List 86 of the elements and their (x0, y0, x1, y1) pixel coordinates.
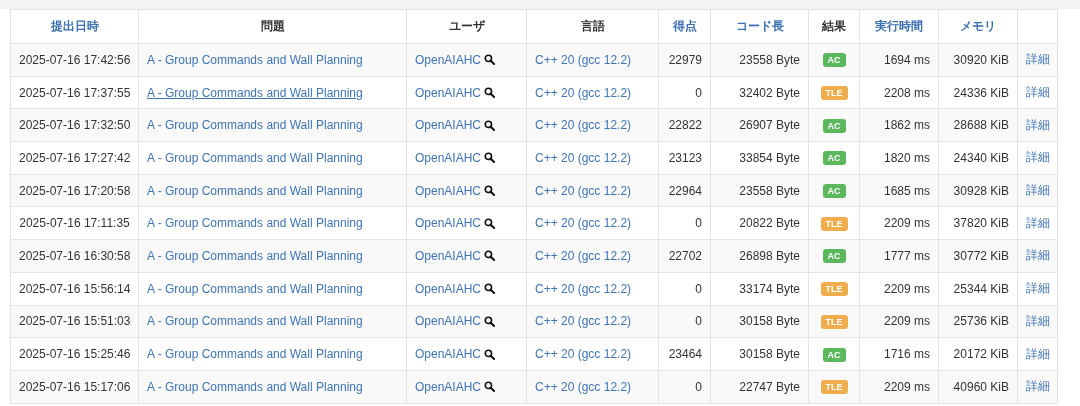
score: 0 (695, 314, 702, 329)
exec-time: 1820 ms (883, 150, 930, 165)
column-header: 言語 (526, 9, 659, 44)
score: 23464 (668, 347, 702, 362)
score: 0 (695, 85, 702, 100)
code-length: 33854 Byte (739, 150, 800, 165)
submission-time: 2025-07-16 17:42:56 (19, 52, 131, 67)
search-icon[interactable] (484, 217, 496, 229)
submission-time: 2025-07-16 15:25:46 (19, 347, 131, 362)
score: 22702 (668, 248, 702, 263)
score: 22822 (668, 118, 702, 133)
code-length: 30158 Byte (739, 347, 800, 362)
search-icon[interactable] (484, 250, 496, 262)
search-icon[interactable] (484, 87, 496, 99)
column-header[interactable]: 得点 (658, 9, 711, 44)
result-badge: AC (822, 184, 846, 199)
column-header: 問題 (138, 9, 407, 44)
result-badge: AC (822, 151, 846, 166)
memory: 25344 KiB (953, 281, 1009, 296)
exec-time: 1862 ms (883, 118, 930, 133)
result-badge: TLE (820, 282, 848, 297)
submission-time: 2025-07-16 17:20:58 (19, 183, 131, 198)
memory: 25736 KiB (953, 314, 1009, 329)
search-icon[interactable] (484, 119, 496, 131)
search-icon[interactable] (484, 185, 496, 197)
search-icon[interactable] (484, 348, 496, 360)
submission-time: 2025-07-16 15:17:06 (19, 379, 131, 394)
memory: 30920 KiB (953, 52, 1009, 67)
exec-time: 1777 ms (883, 248, 930, 263)
result-badge: AC (822, 347, 846, 362)
column-header[interactable]: コード長 (710, 9, 809, 44)
code-length: 22747 Byte (739, 379, 800, 394)
column-header[interactable]: 実行時間 (859, 9, 939, 44)
search-icon[interactable] (484, 315, 496, 327)
score: 0 (695, 379, 702, 394)
search-icon[interactable] (484, 283, 496, 295)
search-icon[interactable] (484, 381, 496, 393)
result-badge: TLE (820, 380, 848, 395)
submission-time: 2025-07-16 17:11:35 (19, 216, 130, 231)
score: 0 (695, 281, 702, 296)
memory: 24336 KiB (953, 85, 1009, 100)
exec-time: 1685 ms (883, 183, 930, 198)
exec-time: 2209 ms (883, 281, 930, 296)
exec-time: 1694 ms (883, 52, 930, 67)
code-length: 33174 Byte (739, 281, 800, 296)
result-badge: AC (822, 53, 846, 68)
memory: 20172 KiB (953, 347, 1009, 362)
search-icon[interactable] (484, 152, 496, 164)
submission-time: 2025-07-16 17:27:42 (19, 150, 131, 165)
score: 22964 (668, 183, 702, 198)
column-header: 結果 (808, 9, 860, 44)
column-header[interactable]: メモリ (938, 9, 1018, 44)
memory: 37820 KiB (953, 216, 1009, 231)
score: 23123 (668, 150, 702, 165)
memory: 30772 KiB (953, 248, 1009, 263)
memory: 40960 KiB (953, 379, 1009, 394)
column-header: ユーザ (406, 9, 527, 44)
exec-time: 2209 ms (883, 379, 930, 394)
submission-time: 2025-07-16 15:56:14 (19, 281, 131, 296)
search-icon[interactable] (484, 54, 496, 66)
memory: 30928 KiB (953, 183, 1009, 198)
column-header[interactable]: 提出日時 (10, 9, 139, 44)
code-length: 20822 Byte (739, 216, 800, 231)
code-length: 26907 Byte (739, 118, 800, 133)
exec-time: 2209 ms (883, 216, 930, 231)
result-badge: TLE (820, 86, 848, 101)
score: 22979 (668, 52, 702, 67)
code-length: 30158 Byte (739, 314, 800, 329)
exec-time: 2208 ms (883, 85, 930, 100)
submission-time: 2025-07-16 16:30:58 (19, 248, 131, 263)
memory: 24340 KiB (953, 150, 1009, 165)
score: 0 (695, 216, 702, 231)
code-length: 23558 Byte (739, 183, 800, 198)
result-badge: TLE (820, 314, 848, 329)
code-length: 32402 Byte (739, 85, 800, 100)
result-badge: AC (822, 249, 846, 264)
code-length: 23558 Byte (739, 52, 800, 67)
code-length: 26898 Byte (739, 248, 800, 263)
memory: 28688 KiB (953, 118, 1009, 133)
result-badge: AC (822, 118, 846, 133)
result-badge: TLE (820, 216, 848, 231)
exec-time: 2209 ms (883, 314, 930, 329)
exec-time: 1716 ms (883, 347, 930, 362)
submission-time: 2025-07-16 15:51:03 (19, 314, 131, 329)
submission-time: 2025-07-16 17:37:55 (19, 85, 131, 100)
submission-time: 2025-07-16 17:32:50 (19, 118, 131, 133)
